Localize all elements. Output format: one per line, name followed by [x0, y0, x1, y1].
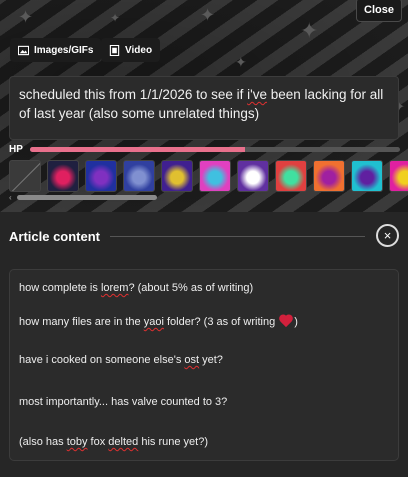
close-icon: ×: [383, 228, 392, 243]
article-content-editor[interactable]: how complete is lorem? (about 5% as of w…: [9, 269, 399, 461]
video-label: Video: [125, 44, 153, 56]
article-line: most importantly... has valve counted to…: [19, 396, 228, 408]
post-title-input[interactable]: scheduled this from 1/1/2026 to see if i…: [9, 76, 399, 140]
remove-section-button[interactable]: ×: [376, 224, 399, 247]
article-line: have i cooked on someone else's ost yet?: [19, 354, 223, 366]
horizontal-scrollbar[interactable]: ‹: [9, 193, 399, 202]
thumbnail-strip: [9, 160, 408, 192]
images-gifs-button[interactable]: Images/GIFs: [10, 38, 102, 62]
image-icon: [18, 45, 29, 55]
thumbnail-pink-heart[interactable]: [199, 160, 231, 192]
article-line: how complete is lorem? (about 5% as of w…: [19, 282, 254, 294]
misspelled-word[interactable]: ost: [184, 354, 199, 366]
misspelled-word[interactable]: toby: [67, 436, 88, 448]
images-gifs-label: Images/GIFs: [34, 44, 94, 56]
misspelled-word[interactable]: delted: [108, 436, 138, 448]
sparkle-icon: ✦: [200, 5, 216, 25]
sparkle-icon: ✦: [300, 18, 319, 43]
close-button[interactable]: Close: [356, 0, 402, 22]
scroll-left-icon[interactable]: ‹: [9, 193, 12, 202]
thumbnail-blue-purple-blob[interactable]: [85, 160, 117, 192]
thumbnail-glitch-noise[interactable]: [47, 160, 79, 192]
misspelled-word[interactable]: i've: [247, 87, 267, 102]
sparkle-icon: ✦: [18, 7, 34, 27]
title-text: scheduled this from 1/1/2026 to see if: [19, 87, 248, 102]
article-line: (also has toby fox delted his rune yet?): [19, 436, 208, 448]
thumbnail-purple-hand[interactable]: [237, 160, 269, 192]
thumbnail-empty-slot[interactable]: [9, 160, 41, 192]
article-section: Article content × how complete is lorem?…: [0, 212, 408, 477]
sparkle-icon: ✦: [235, 54, 247, 70]
thumbnail-cyan-heart[interactable]: [351, 160, 383, 192]
divider: [110, 236, 365, 237]
thumbnail-rainbow-stripes[interactable]: [275, 160, 307, 192]
video-button[interactable]: Video: [101, 38, 161, 62]
section-title: Article content: [9, 229, 101, 244]
hp-bar-fill: [30, 147, 245, 152]
misspelled-word[interactable]: yaoi: [144, 316, 164, 328]
broken-heart-icon: [278, 314, 294, 328]
film-icon: [109, 44, 120, 56]
thumbnail-purple-cube[interactable]: [161, 160, 193, 192]
scrollbar-thumb[interactable]: [17, 195, 157, 200]
article-line: how many files are in the yaoi folder? (…: [19, 314, 298, 328]
sparkle-icon: ✦: [110, 11, 121, 25]
thumbnail-orange-heart[interactable]: [313, 160, 345, 192]
hp-bar: [30, 147, 400, 152]
misspelled-word[interactable]: lorem: [101, 282, 129, 294]
thumbnail-yellow-magenta-heart[interactable]: [389, 160, 408, 192]
hp-label: HP: [9, 144, 23, 155]
thumbnail-blue-grid[interactable]: [123, 160, 155, 192]
